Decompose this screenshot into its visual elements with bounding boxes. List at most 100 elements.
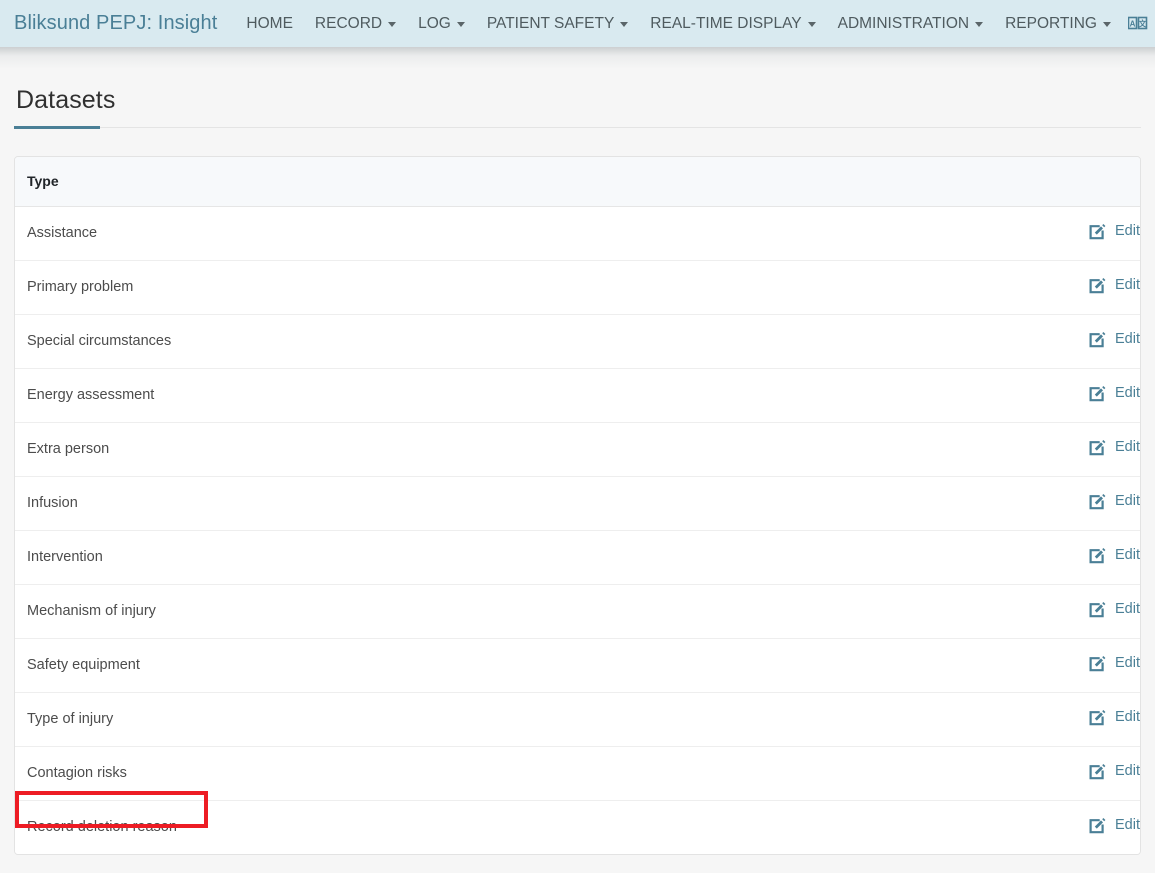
nav-item-label: REAL-TIME DISPLAY — [650, 14, 802, 32]
chevron-down-icon — [388, 22, 397, 27]
page-body: Datasets Type Assistance Edit Primary pr… — [0, 47, 1155, 855]
edit-pencil-square-icon — [1089, 548, 1106, 564]
edit-button[interactable]: Edit — [1089, 816, 1140, 834]
nav-item-label: HOME — [246, 14, 293, 32]
edit-label: Edit — [1115, 331, 1140, 347]
brand-title[interactable]: Bliksund PEPJ: Insight — [14, 12, 217, 35]
nav-item-administration[interactable]: ADMINISTRATION — [827, 9, 994, 39]
edit-button[interactable]: Edit — [1089, 762, 1140, 780]
page-title: Datasets — [16, 86, 116, 114]
cell-actions: Edit — [940, 638, 1140, 693]
nav-item-home[interactable]: HOME — [235, 9, 304, 39]
cell-actions: Edit — [940, 260, 1140, 315]
edit-pencil-square-icon — [1089, 332, 1106, 348]
edit-label: Edit — [1115, 439, 1140, 455]
title-rule-accent — [14, 126, 100, 129]
nav-items: HOME RECORD LOG PATIENT SAFETY REAL-TIME… — [235, 9, 1122, 39]
main-navbar: Bliksund PEPJ: Insight HOME RECORD LOG P… — [0, 0, 1155, 47]
nav-item-reporting[interactable]: REPORTING — [994, 9, 1122, 39]
edit-button[interactable]: Edit — [1089, 330, 1140, 348]
table-row: Special circumstances Edit — [15, 314, 1140, 369]
table-head: Type — [15, 157, 1140, 207]
edit-button[interactable]: Edit — [1089, 654, 1140, 672]
cell-actions: Edit — [940, 800, 1140, 854]
nav-item-label: REPORTING — [1005, 14, 1097, 32]
edit-pencil-square-icon — [1089, 710, 1106, 726]
edit-pencil-square-icon — [1089, 764, 1106, 780]
datasets-table: Type Assistance Edit Primary problem Edi… — [15, 157, 1140, 854]
edit-label: Edit — [1115, 385, 1140, 401]
table-row: Extra person Edit — [15, 422, 1140, 477]
svg-text:A: A — [1130, 19, 1136, 28]
edit-pencil-square-icon — [1089, 656, 1106, 672]
table-row: Intervention Edit — [15, 530, 1140, 585]
title-rule-light — [14, 127, 1141, 128]
cell-type: Primary problem — [15, 260, 940, 315]
edit-button[interactable]: Edit — [1089, 600, 1140, 618]
cell-actions: Edit — [940, 314, 1140, 369]
cell-actions: Edit — [940, 530, 1140, 585]
cell-actions: Edit — [940, 206, 1140, 261]
edit-label: Edit — [1115, 655, 1140, 671]
table-row: Assistance Edit — [15, 206, 1140, 261]
chevron-down-icon — [620, 22, 629, 27]
cell-type: Intervention — [15, 530, 940, 585]
column-header-actions — [940, 157, 1140, 207]
cell-type: Special circumstances — [15, 314, 940, 369]
edit-button[interactable]: Edit — [1089, 276, 1140, 294]
chevron-down-icon — [1102, 22, 1111, 27]
cell-actions: Edit — [940, 692, 1140, 747]
edit-pencil-square-icon — [1089, 278, 1106, 294]
edit-button[interactable]: Edit — [1089, 222, 1140, 240]
cell-type: Infusion — [15, 476, 940, 531]
table-body: Assistance Edit Primary problem Edit Spe… — [15, 206, 1140, 854]
table-row: Energy assessment Edit — [15, 368, 1140, 423]
edit-label: Edit — [1115, 601, 1140, 617]
edit-button[interactable]: Edit — [1089, 492, 1140, 510]
table-row: Contagion risks Edit — [15, 746, 1140, 801]
edit-label: Edit — [1115, 223, 1140, 239]
nav-item-record[interactable]: RECORD — [304, 9, 407, 39]
table-header-row: Type — [15, 157, 1140, 207]
datasets-table-card: Type Assistance Edit Primary problem Edi… — [14, 156, 1141, 855]
svg-text:文: 文 — [1138, 18, 1147, 28]
nav-item-log[interactable]: LOG — [407, 9, 476, 39]
cell-actions: Edit — [940, 746, 1140, 801]
cell-type: Extra person — [15, 422, 940, 477]
cell-type: Assistance — [15, 206, 940, 261]
table-row: Type of injury Edit — [15, 692, 1140, 747]
edit-pencil-square-icon — [1089, 224, 1106, 240]
nav-icon-group: A 文 — [1127, 15, 1155, 33]
edit-pencil-square-icon — [1089, 494, 1106, 510]
nav-item-label: PATIENT SAFETY — [486, 14, 615, 32]
edit-pencil-square-icon — [1089, 818, 1106, 834]
cell-type: Safety equipment — [15, 638, 940, 693]
table-row-record-deletion-reason: Record deletion reason Edit — [15, 800, 1140, 854]
cell-type: Mechanism of injury — [15, 584, 940, 639]
edit-button[interactable]: Edit — [1089, 546, 1140, 564]
chevron-down-icon — [975, 22, 984, 27]
nav-item-label: LOG — [418, 14, 451, 32]
nav-item-label: RECORD — [314, 14, 383, 32]
edit-label: Edit — [1115, 277, 1140, 293]
cell-type: Record deletion reason — [15, 800, 940, 854]
cell-actions: Edit — [940, 368, 1140, 423]
edit-button[interactable]: Edit — [1089, 438, 1140, 456]
table-row: Mechanism of injury Edit — [15, 584, 1140, 639]
cell-actions: Edit — [940, 422, 1140, 477]
table-row: Primary problem Edit — [15, 260, 1140, 315]
column-header-type: Type — [15, 157, 940, 207]
edit-pencil-square-icon — [1089, 386, 1106, 402]
table-row: Safety equipment Edit — [15, 638, 1140, 693]
edit-label: Edit — [1115, 763, 1140, 779]
nav-item-patient-safety[interactable]: PATIENT SAFETY — [476, 9, 639, 39]
nav-item-real-time-display[interactable]: REAL-TIME DISPLAY — [639, 9, 826, 39]
cell-type: Contagion risks — [15, 746, 940, 801]
edit-label: Edit — [1115, 493, 1140, 509]
edit-button[interactable]: Edit — [1089, 708, 1140, 726]
edit-label: Edit — [1115, 817, 1140, 834]
edit-label: Edit — [1115, 547, 1140, 563]
language-translate-icon[interactable]: A 文 — [1127, 16, 1148, 32]
chevron-down-icon — [807, 22, 816, 27]
edit-button[interactable]: Edit — [1089, 384, 1140, 402]
